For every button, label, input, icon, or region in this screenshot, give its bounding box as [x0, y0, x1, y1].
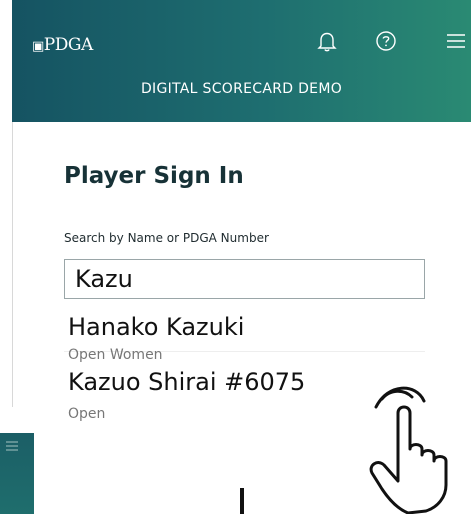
help-icon[interactable] — [375, 30, 397, 52]
bell-icon[interactable] — [317, 30, 337, 52]
background-screen-fragment — [0, 433, 34, 514]
result-player-name: Kazuo Shirai #6075 — [68, 368, 306, 396]
search-label: Search by Name or PDGA Number — [64, 231, 269, 245]
search-result-item[interactable]: Hanako Kazuki Open Women — [64, 301, 425, 363]
result-division: Open — [68, 406, 106, 422]
hand-pointer-icon — [369, 386, 448, 514]
header-subtitle: DIGITAL SCORECARD DEMO — [140, 81, 343, 97]
result-player-name: Hanako Kazuki — [68, 313, 245, 341]
player-search-input[interactable] — [64, 259, 425, 299]
menu-icon[interactable] — [445, 30, 467, 52]
text-cursor — [240, 488, 244, 514]
menu-icon — [6, 441, 18, 451]
panel-border — [12, 122, 13, 407]
pdga-logo[interactable]: ▣PDGA — [32, 35, 93, 55]
app-header: ▣PDGA DIGITAL SCORECARD DEMO — [12, 0, 471, 122]
page-title: Player Sign In — [64, 163, 244, 189]
